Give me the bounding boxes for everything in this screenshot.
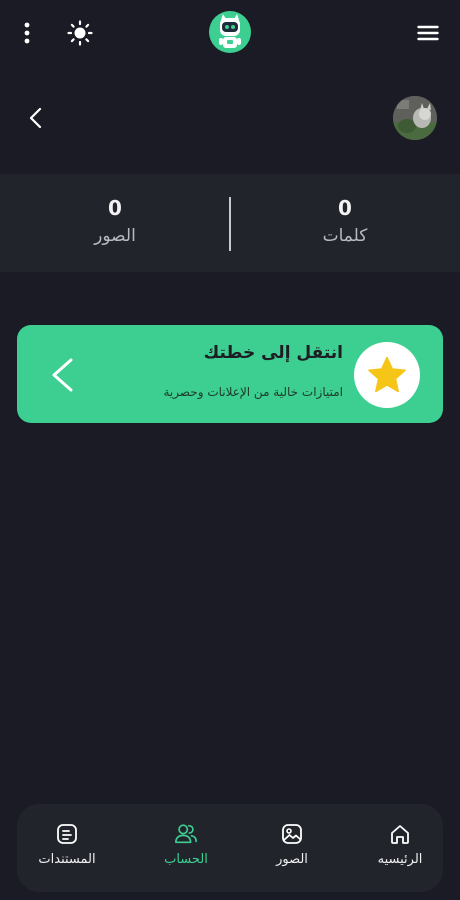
- back-button[interactable]: [22, 104, 50, 132]
- plan-subtitle: امتيازات خالية من الإعلانات وحصرية: [163, 385, 344, 399]
- users-icon: [175, 824, 197, 844]
- nav-item-photos[interactable]: الصور: [246, 822, 338, 878]
- robot-logo-icon: [209, 11, 251, 53]
- nav-label-account: الحساب: [164, 852, 208, 867]
- plan-title: انتقل إلى خطتك: [203, 343, 343, 363]
- hamburger-menu-icon: [417, 25, 439, 41]
- account-screen: 0 الصور 0 كلمات انتقل إلى خطتك امتيازات …: [0, 0, 460, 900]
- words-count: 0: [338, 196, 352, 220]
- image-icon: [282, 824, 302, 844]
- photos-count: 0: [108, 196, 122, 220]
- chevron-left-icon: [29, 107, 42, 129]
- stats-panel: 0 الصور 0 كلمات: [0, 174, 460, 272]
- more-options-button[interactable]: [14, 20, 40, 46]
- vertical-dots-icon: [24, 22, 30, 44]
- nav-label-home: الرئيسيه: [377, 852, 423, 867]
- avatar[interactable]: [393, 96, 437, 140]
- sun-icon: [67, 20, 93, 46]
- nav-item-account[interactable]: الحساب: [140, 822, 232, 878]
- star-badge: [354, 342, 420, 408]
- words-stat: 0 كلمات: [230, 194, 460, 248]
- document-icon: [57, 824, 77, 844]
- nav-item-documents[interactable]: المستندات: [21, 822, 113, 878]
- nav-label-photos: الصور: [276, 852, 308, 867]
- hamburger-menu-button[interactable]: [414, 20, 442, 46]
- nav-item-home[interactable]: الرئيسيه: [354, 822, 446, 878]
- words-label: كلمات: [322, 226, 368, 246]
- top-bar: [0, 0, 460, 64]
- home-icon: [391, 825, 409, 844]
- profile-photo: [393, 96, 437, 140]
- theme-toggle-button[interactable]: [66, 19, 94, 47]
- bottom-navigation: المستندات الحساب الصور الرئيسيه: [17, 804, 443, 892]
- photos-label: الصور: [94, 226, 136, 246]
- app-logo[interactable]: [208, 10, 252, 54]
- nav-label-documents: المستندات: [38, 852, 96, 867]
- profile-row: [0, 90, 460, 146]
- upgrade-plan-card[interactable]: انتقل إلى خطتك امتيازات خالية من الإعلان…: [17, 325, 443, 423]
- star-icon: [368, 356, 406, 393]
- photos-stat: 0 الصور: [0, 194, 230, 248]
- chevron-left-icon: [52, 358, 73, 392]
